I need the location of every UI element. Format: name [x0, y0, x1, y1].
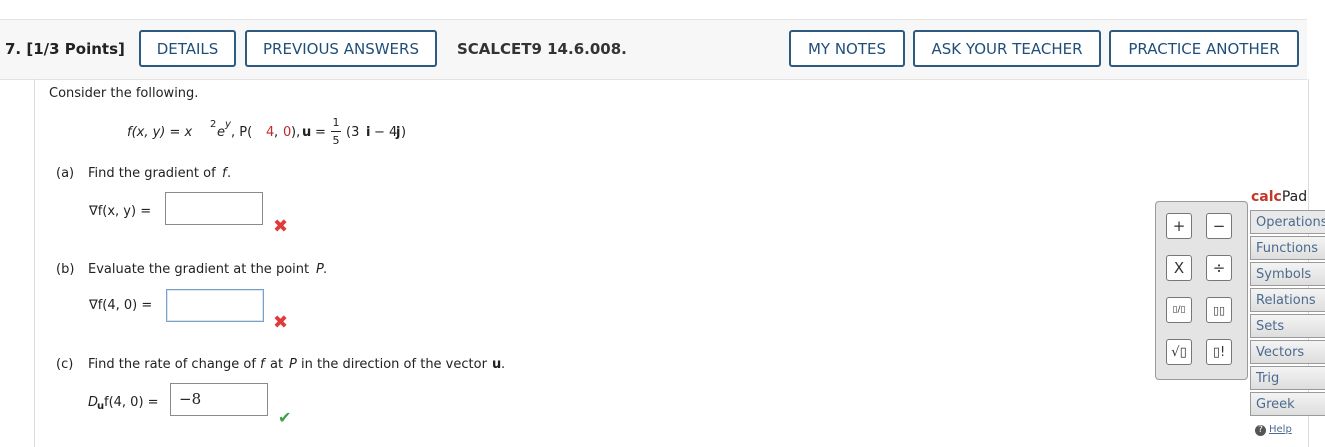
tab-greek[interactable]: Greek — [1250, 392, 1325, 416]
exponent-key[interactable]: ▯▯ — [1206, 297, 1232, 323]
sqrt-key[interactable]: √▯ — [1166, 339, 1192, 365]
help-link[interactable]: ? Help — [1255, 424, 1292, 436]
part-c-prompt-b: at — [270, 357, 284, 372]
tab-relations[interactable]: Relations — [1250, 288, 1325, 312]
vector-minus-4: − 4 — [374, 125, 398, 140]
part-c-prompt-c: in the direction of the vector — [301, 357, 487, 372]
divide-key[interactable]: ÷ — [1206, 255, 1232, 281]
part-c-prompt-end: . — [501, 357, 506, 372]
part-c-answer-input[interactable]: −8 — [170, 383, 268, 416]
calcpad-title: calcPad — [1251, 189, 1308, 205]
fraction-numerator: 1 — [332, 116, 340, 129]
point-close: ), — [291, 125, 301, 140]
my-notes-button[interactable]: MY NOTES — [789, 30, 905, 67]
func-exponent-2: 2 — [210, 119, 217, 130]
tab-operations[interactable]: Operations — [1250, 210, 1325, 234]
incorrect-icon: ✖ — [273, 216, 289, 237]
fraction-denominator: 5 — [332, 134, 340, 147]
point-separator: , — [274, 125, 279, 140]
correct-check-icon: ✔ — [278, 408, 292, 427]
calcpad-panel: + − X ÷ ▯/▯ ▯▯ √▯ ▯! — [1155, 201, 1248, 380]
tab-functions[interactable]: Functions — [1250, 236, 1325, 260]
vector-open: (3 — [346, 125, 360, 140]
vector-i: i — [366, 125, 371, 140]
problem-intro: Consider the following. — [49, 86, 199, 101]
vector-equals: = — [315, 125, 326, 140]
func-e: e — [217, 125, 225, 140]
fraction-bar — [331, 131, 341, 132]
part-a-prompt-var: f — [222, 166, 227, 181]
part-a-label: (a) — [56, 166, 75, 181]
tab-trig[interactable]: Trig — [1250, 366, 1325, 390]
part-b-label: (b) — [56, 262, 75, 277]
assignment-code: SCALCET9 14.6.008. — [457, 40, 627, 58]
part-c-var-p: P — [289, 357, 297, 372]
part-a-prompt: Find the gradient of — [88, 166, 216, 181]
part-a-answer-input[interactable] — [165, 192, 263, 225]
multiply-key[interactable]: X — [1166, 255, 1192, 281]
part-a-lhs: ∇f(x, y) = — [89, 204, 152, 219]
ask-your-teacher-button[interactable]: ASK YOUR TEACHER — [913, 30, 1101, 67]
part-a-prompt-end: . — [227, 166, 232, 181]
fraction-key[interactable]: ▯/▯ — [1166, 297, 1192, 323]
func-lhs: f(x, y) = x — [127, 125, 193, 140]
part-c-lhs-rest: f(4, 0) = — [104, 395, 159, 410]
tab-vectors[interactable]: Vectors — [1250, 340, 1325, 364]
part-c-var-f: f — [260, 357, 265, 372]
part-b-prompt-end: . — [323, 262, 328, 277]
incorrect-icon: ✖ — [273, 312, 289, 333]
part-b-lhs: ∇f(4, 0) = — [89, 298, 153, 313]
part-c-label: (c) — [56, 357, 74, 372]
minus-key[interactable]: − — [1206, 213, 1232, 239]
vector-j: j — [396, 125, 401, 140]
part-c-prompt-a: Find the rate of change of — [88, 357, 256, 372]
vector-close: ) — [401, 125, 407, 140]
tab-symbols[interactable]: Symbols — [1250, 262, 1325, 286]
part-b-answer-input[interactable] — [166, 289, 264, 322]
question-number: 7. [1/3 Points] — [5, 40, 125, 58]
factorial-key[interactable]: ▯! — [1206, 339, 1232, 365]
plus-key[interactable]: + — [1166, 213, 1192, 239]
part-b-prompt: Evaluate the gradient at the point — [88, 262, 310, 277]
practice-another-button[interactable]: PRACTICE ANOTHER — [1109, 30, 1299, 67]
vector-u-label: u — [302, 125, 312, 140]
point-label: , P( — [231, 125, 253, 140]
previous-answers-button[interactable]: PREVIOUS ANSWERS — [245, 30, 437, 67]
details-button[interactable]: DETAILS — [139, 30, 236, 67]
tab-sets[interactable]: Sets — [1250, 314, 1325, 338]
part-c-vector-u: u — [492, 357, 502, 372]
help-icon: ? — [1255, 425, 1266, 436]
question-header: 7. [1/3 Points] DETAILS PREVIOUS ANSWERS… — [0, 19, 1307, 80]
